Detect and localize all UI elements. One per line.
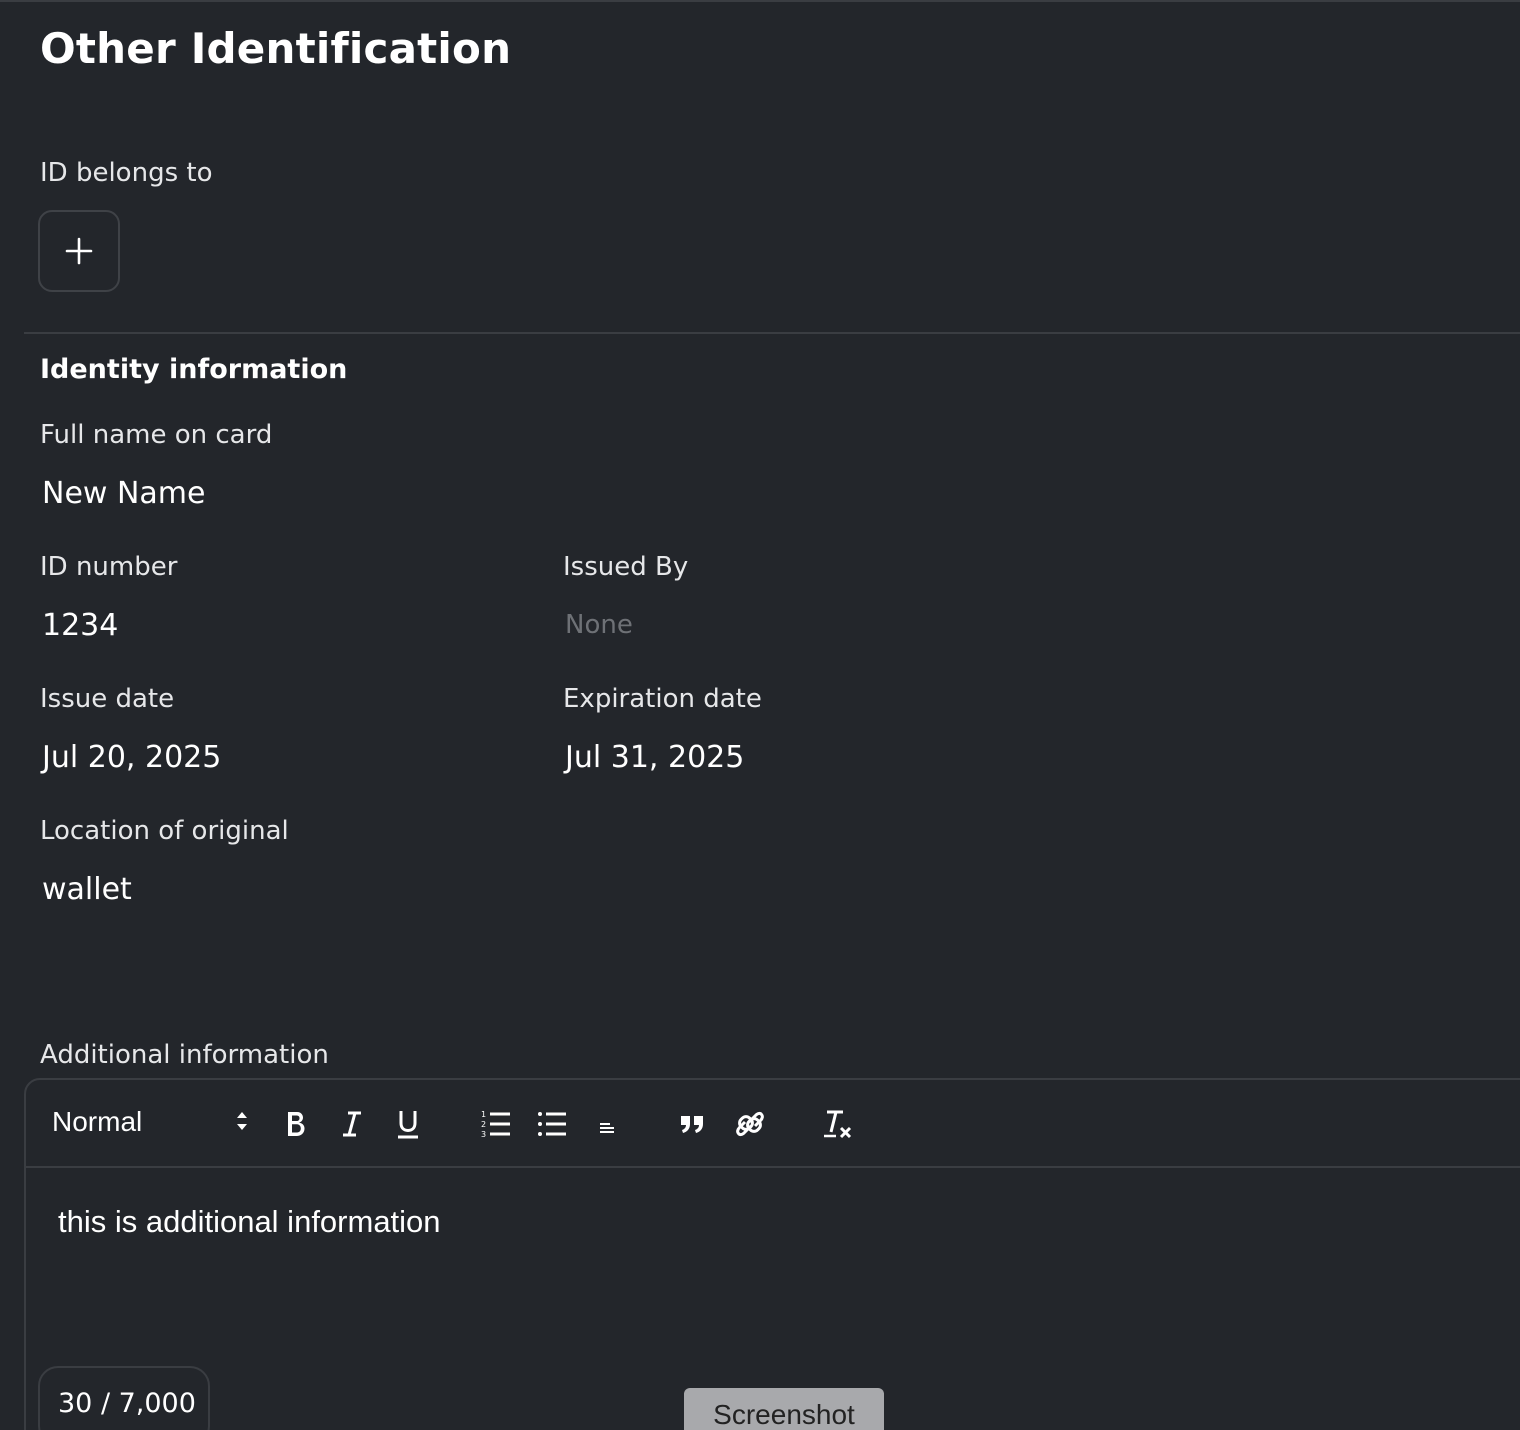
underline-icon [398, 1111, 418, 1139]
character-counter: 30 / 7,000 [38, 1366, 210, 1430]
svg-text:3: 3 [481, 1130, 486, 1139]
location-label: Location of original [40, 816, 289, 846]
ordered-list-button[interactable]: 1 2 3 [476, 1104, 516, 1144]
page: Other Identification ID belongs to Ident… [0, 0, 1520, 1430]
plus-icon [65, 237, 93, 265]
clear-format-icon [824, 1110, 852, 1139]
identity-section-heading: Identity information [40, 354, 348, 385]
screenshot-button[interactable]: Screenshot [684, 1388, 884, 1430]
format-select[interactable]: Normal [52, 1106, 247, 1142]
align-icon [600, 1123, 614, 1133]
italic-icon [343, 1111, 361, 1137]
full-name-label: Full name on card [40, 420, 273, 450]
id-number-label: ID number [40, 552, 178, 582]
page-title: Other Identification [40, 24, 512, 73]
format-select-value: Normal [52, 1106, 143, 1137]
full-name-field[interactable]: New Name [42, 476, 205, 511]
align-button[interactable] [588, 1104, 628, 1144]
id-belongs-to-label: ID belongs to [40, 158, 213, 188]
quote-icon [681, 1116, 703, 1133]
clear-format-button[interactable] [818, 1104, 858, 1144]
editor-toolbar: Normal 1 2 3 [26, 1080, 1520, 1168]
bullet-list-icon [538, 1112, 566, 1136]
additional-info-label: Additional information [40, 1040, 329, 1070]
link-button[interactable] [730, 1104, 770, 1144]
issued-by-label: Issued By [563, 552, 689, 582]
bold-icon [288, 1112, 305, 1136]
ordered-list-icon: 1 2 3 [481, 1110, 510, 1139]
bullet-list-button[interactable] [532, 1104, 572, 1144]
quote-button[interactable] [672, 1104, 712, 1144]
issue-date-field[interactable]: Jul 20, 2025 [42, 740, 221, 775]
italic-button[interactable] [332, 1104, 372, 1144]
issued-by-field[interactable]: None [565, 610, 633, 640]
add-owner-button[interactable] [38, 210, 120, 292]
select-arrows-icon [237, 1112, 247, 1130]
link-icon [736, 1111, 764, 1137]
svg-text:1: 1 [481, 1110, 486, 1119]
bold-button[interactable] [276, 1104, 316, 1144]
issue-date-label: Issue date [40, 684, 175, 714]
rich-text-editor: Normal 1 2 3 this is additional informat… [24, 1078, 1520, 1430]
editor-content[interactable]: this is additional information [58, 1204, 441, 1240]
expiration-date-field[interactable]: Jul 31, 2025 [565, 740, 744, 775]
id-number-field[interactable]: 1234 [42, 608, 118, 643]
location-field[interactable]: wallet [42, 872, 132, 907]
expiration-date-label: Expiration date [563, 684, 762, 714]
svg-text:2: 2 [481, 1120, 486, 1129]
section-divider [24, 332, 1520, 334]
underline-button[interactable] [388, 1104, 428, 1144]
